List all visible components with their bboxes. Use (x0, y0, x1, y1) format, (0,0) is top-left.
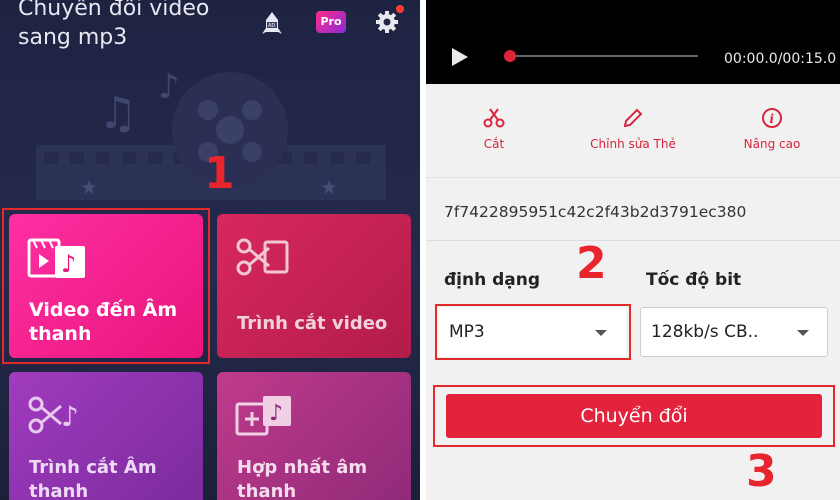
scissors-music-icon: ♪ (28, 396, 79, 434)
merge-music-icon: ♪ (235, 396, 291, 436)
tool-label: Chỉnh sửa Thẻ (590, 137, 676, 151)
svg-text:AD: AD (268, 23, 275, 29)
cut-tool-button[interactable]: Cắt (434, 106, 554, 151)
svg-text:♪: ♪ (61, 400, 79, 433)
tool-label: Nâng cao (743, 137, 801, 151)
filename-field[interactable]: 7f7422895951c42c2f43b2d3791ec380 (444, 203, 746, 221)
seek-bar[interactable] (508, 55, 698, 57)
chevron-down-icon (797, 330, 809, 336)
time-readout: 00:00.0/00:15.0 (724, 51, 837, 67)
pro-badge[interactable]: Pro (316, 11, 346, 33)
step-2-number: 2 (576, 238, 607, 289)
advanced-button[interactable]: i Nâng cao (712, 106, 832, 151)
bitrate-select[interactable]: 128kb/s CB.. (640, 307, 828, 357)
highlight-box-2 (435, 304, 631, 360)
home-screen: ♫ ♪ ★ ★ Chuyển đổi video sang mp3 AD Pro… (0, 0, 420, 500)
highlight-box-1 (2, 208, 210, 364)
tile-audio-cutter[interactable]: ♪ Trình cắt Âm thanh (9, 372, 203, 500)
info-icon: i (762, 108, 782, 128)
bitrate-label: Tốc độ bit (646, 270, 742, 290)
app-title: Chuyển đổi video sang mp3 (18, 0, 210, 50)
seek-handle[interactable] (504, 50, 516, 62)
svg-text:★: ★ (80, 175, 98, 199)
divider (426, 240, 840, 241)
step-1-number: 1 (204, 148, 235, 199)
tile-label: Trình cắt Âm thanh (29, 457, 157, 500)
svg-text:♪: ♪ (158, 67, 180, 107)
play-icon[interactable] (450, 46, 470, 68)
svg-text:♫: ♫ (98, 88, 137, 139)
tool-label: Cắt (483, 137, 505, 151)
scissors-icon (483, 108, 505, 128)
ad-rocket-icon[interactable]: AD (258, 10, 286, 38)
tile-video-cutter[interactable]: Trình cắt video (217, 214, 411, 358)
pencil-icon (623, 108, 643, 128)
tile-label: Trình cắt video (237, 313, 388, 334)
edit-tags-button[interactable]: Chỉnh sửa Thẻ (573, 106, 693, 151)
svg-text:♪: ♪ (269, 401, 283, 426)
video-player[interactable]: 00:00.0/00:15.0 (426, 0, 840, 84)
convert-screen: 00:00.0/00:15.0 Cắt Chỉnh sửa Thẻ i Nâng… (426, 0, 840, 500)
step-3-number: 3 (746, 446, 777, 497)
highlight-box-3 (433, 385, 835, 447)
svg-text:★: ★ (320, 175, 338, 199)
notification-dot (396, 5, 404, 13)
bitrate-value: 128kb/s CB.. (651, 322, 759, 342)
tile-label: Hợp nhất âm thanh (237, 457, 368, 500)
divider (426, 177, 840, 178)
tile-audio-merger[interactable]: ♪ Hợp nhất âm thanh (217, 372, 411, 500)
svg-text:i: i (770, 112, 775, 126)
scissors-film-icon (236, 238, 289, 276)
format-label: định dạng (444, 270, 541, 290)
